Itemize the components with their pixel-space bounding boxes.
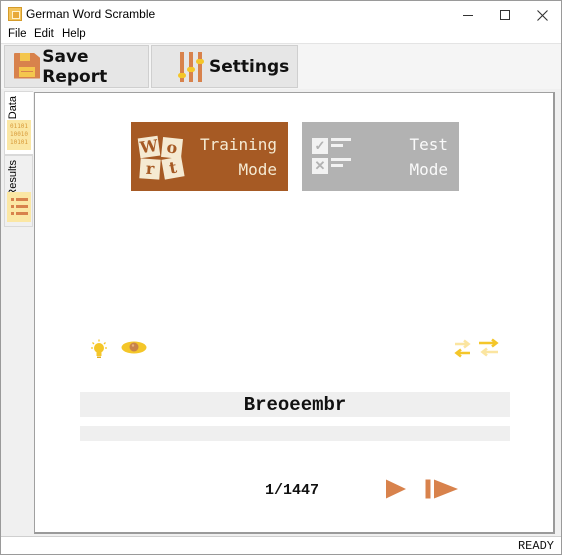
skip-forward-icon[interactable] xyxy=(425,479,459,499)
tile-letter: r xyxy=(139,158,161,180)
training-mode-line1: Training xyxy=(199,135,277,154)
menu-bar: File Edit Help xyxy=(1,28,561,43)
scrambled-word-display: Breoeembr xyxy=(80,392,510,417)
status-bar: READY xyxy=(1,536,561,554)
swap-arrows-icon[interactable] xyxy=(452,338,502,360)
menu-help[interactable]: Help xyxy=(62,28,86,40)
tab-results[interactable]: Results xyxy=(4,155,33,227)
test-mode-label: Test Mode xyxy=(409,132,448,182)
tile-letter: t xyxy=(161,156,185,180)
tile-letter: W xyxy=(137,135,161,159)
app-window: German Word Scramble File Edit Help Save… xyxy=(0,0,562,555)
tab-data[interactable]: Data 01101 10010 10101 xyxy=(4,91,33,155)
sliders-icon xyxy=(178,51,206,82)
training-mode-label: Training Mode xyxy=(200,132,277,182)
test-mode-line1: Test xyxy=(409,135,448,154)
training-mode-button[interactable]: W o r t Training Mode xyxy=(131,122,288,191)
lightbulb-icon[interactable] xyxy=(91,339,107,359)
settings-label: Settings xyxy=(209,56,290,77)
next-play-icon[interactable] xyxy=(384,479,408,499)
save-report-button[interactable]: Save Report xyxy=(4,45,149,88)
close-button[interactable] xyxy=(524,1,560,29)
floppy-disk-icon xyxy=(14,52,40,81)
test-mode-line2: Mode xyxy=(409,160,448,179)
x-icon: ✕ xyxy=(312,158,328,174)
eye-icon[interactable] xyxy=(121,341,147,354)
training-mode-line2: Mode xyxy=(238,160,277,179)
list-icon xyxy=(7,192,31,222)
word-counter: 1/1447 xyxy=(265,482,320,499)
binary-line: 10010 xyxy=(9,131,29,138)
word-tiles-icon: W o r t xyxy=(137,135,186,180)
minimize-icon xyxy=(463,14,473,16)
status-text: READY xyxy=(517,539,554,553)
app-icon xyxy=(8,7,22,21)
binary-data-icon: 01101 10010 10101 xyxy=(7,120,31,150)
side-tab-bar: Data 01101 10010 10101 Results xyxy=(1,89,34,534)
binary-line: 10101 xyxy=(9,139,29,146)
test-mode-button[interactable]: ✓ ✕ Test Mode xyxy=(302,122,459,191)
window-title: German Word Scramble xyxy=(26,7,156,21)
title-bar: German Word Scramble xyxy=(1,1,561,29)
menu-edit[interactable]: Edit xyxy=(34,28,54,40)
binary-line: 01101 xyxy=(9,123,29,130)
main-panel: W o r t Training Mode ✓ ✕ Test Mode Breo… xyxy=(34,92,555,534)
menu-file[interactable]: File xyxy=(8,28,27,40)
maximize-button[interactable] xyxy=(487,1,523,29)
minimize-button[interactable] xyxy=(450,1,486,29)
settings-button[interactable]: Settings xyxy=(151,45,298,88)
check-icon: ✓ xyxy=(312,138,328,154)
maximize-icon xyxy=(500,10,510,20)
toolbar: Save Report Settings xyxy=(1,43,561,89)
save-report-label: Save Report xyxy=(42,46,108,87)
answer-input[interactable] xyxy=(80,426,510,441)
tab-data-label: Data xyxy=(7,96,19,120)
close-icon xyxy=(536,9,548,21)
checklist-icon: ✓ ✕ xyxy=(312,136,352,178)
